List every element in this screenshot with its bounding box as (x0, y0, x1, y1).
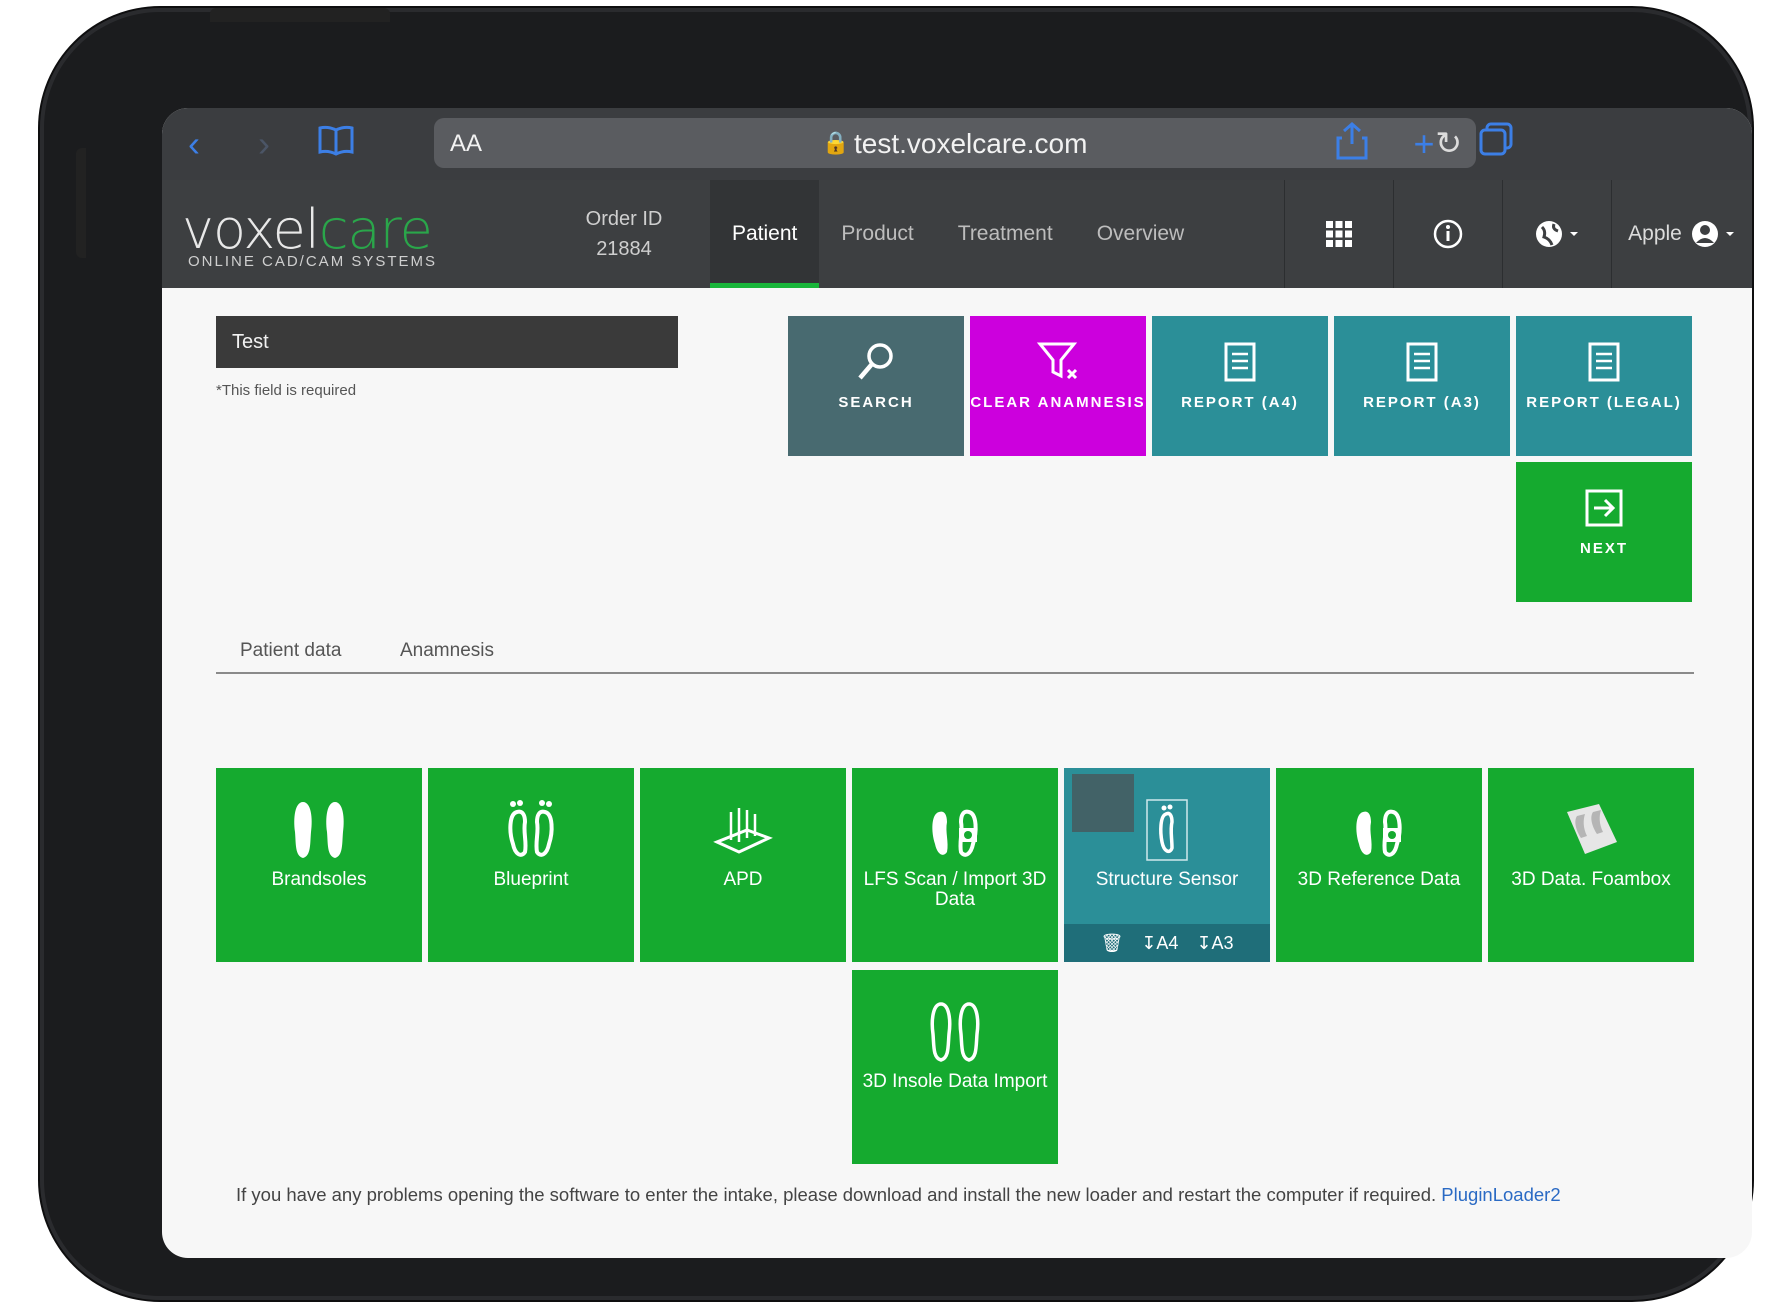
subtabs: Patient data Anamnesis (216, 632, 1694, 674)
subtab-patient-data[interactable]: Patient data (240, 640, 341, 662)
sensor-actions-bar: 🗑 ↧A4 ↧A3 (1064, 924, 1270, 962)
user-menu[interactable]: Apple (1611, 180, 1752, 288)
report-a4-label: REPORT (A4) (1181, 394, 1299, 411)
order-id-value: 21884 (596, 238, 652, 260)
next-button[interactable]: NEXT (1516, 462, 1692, 602)
address-bar[interactable]: AA 🔒 test.voxelcare.com ↻ (434, 118, 1476, 168)
tablet-button-top (210, 8, 390, 22)
tablet-frame: ‹ › AA 🔒 test.voxelcare.com ↻ + voxelcar… (40, 8, 1752, 1300)
patient-name-input[interactable]: Test (216, 316, 678, 368)
tile-structure-sensor-label: Structure Sensor (1095, 869, 1239, 890)
report-a4-button[interactable]: REPORT (A4) (1152, 316, 1328, 456)
back-icon[interactable]: ‹ (172, 122, 216, 166)
user-name: Apple (1628, 222, 1682, 245)
browser-toolbar: ‹ › AA 🔒 test.voxelcare.com ↻ + (162, 108, 1752, 180)
tabs-overview-icon[interactable] (1474, 122, 1518, 166)
tile-3d-foambox-label: 3D Data. Foambox (1511, 869, 1671, 890)
loader-footnote: If you have any problems opening the sof… (236, 1184, 1561, 1206)
report-document-icon (1406, 342, 1438, 382)
trash-icon[interactable]: 🗑 (1100, 933, 1123, 954)
tile-apd[interactable]: APD (640, 768, 846, 962)
download-a4-label: A4 (1156, 932, 1179, 953)
new-tab-icon[interactable]: + (1402, 122, 1446, 166)
tile-lfs-label-line2: Data (934, 889, 976, 910)
clear-anamnesis-button[interactable]: CLEAR ANAMNESIS (970, 316, 1146, 456)
tile-structure-sensor[interactable]: Structure Sensor 🗑 ↧A4 ↧A3 (1064, 768, 1270, 962)
logo-primary: voxel (182, 198, 320, 261)
tab-product[interactable]: Product (819, 180, 935, 288)
foot-outline-icon (1146, 799, 1188, 861)
search-label: SEARCH (838, 394, 914, 411)
tile-blueprint[interactable]: Blueprint (428, 768, 634, 962)
tab-overview[interactable]: Overview (1075, 180, 1207, 288)
required-note: *This field is required (216, 382, 357, 399)
search-icon (858, 343, 893, 380)
download-a3-button[interactable]: ↧A3 (1196, 933, 1233, 954)
tile-3d-insole-import-label: 3D Insole Data Import (862, 1071, 1048, 1092)
pressure-plate-icon (713, 808, 773, 854)
logo-accent: care (318, 198, 433, 261)
search-button[interactable]: SEARCH (788, 316, 964, 456)
tablet-button-left (76, 148, 86, 258)
download-a4-button[interactable]: ↧A4 (1141, 933, 1178, 954)
scan-feet-icon (1356, 809, 1402, 857)
clear-filter-icon (1036, 342, 1078, 380)
tile-apd-label: APD (723, 869, 763, 890)
tab-treatment[interactable]: Treatment (936, 180, 1075, 288)
tile-lfs-scan[interactable]: LFS Scan / Import 3D Data (852, 768, 1058, 962)
tile-3d-insole-import[interactable]: 3D Insole Data Import (852, 970, 1058, 1164)
app-header: voxelcare ONLINE CAD/CAM SYSTEMS Order I… (162, 180, 1752, 288)
tile-3d-foambox[interactable]: 3D Data. Foambox (1488, 768, 1694, 962)
header-actions: Apple (1284, 180, 1752, 288)
footnote-text: If you have any problems opening the sof… (236, 1184, 1437, 1205)
report-document-icon (1588, 342, 1620, 382)
tile-3d-reference[interactable]: 3D Reference Data (1276, 768, 1482, 962)
next-label: NEXT (1579, 540, 1628, 557)
report-legal-button[interactable]: REPORT (LEGAL) (1516, 316, 1692, 456)
url-text: test.voxelcare.com (854, 128, 1088, 159)
plugin-loader-link[interactable]: PluginLoader2 (1441, 1184, 1560, 1205)
report-a3-button[interactable]: REPORT (A3) (1334, 316, 1510, 456)
sensor-thumbnail (1072, 774, 1134, 832)
clear-anamnesis-label: CLEAR ANAMNESIS (970, 394, 1146, 411)
subtab-anamnesis[interactable]: Anamnesis (400, 640, 494, 662)
tile-blueprint-label: Blueprint (493, 869, 569, 890)
user-avatar-icon (1691, 221, 1734, 247)
next-arrow-icon (1585, 489, 1623, 527)
screen: ‹ › AA 🔒 test.voxelcare.com ↻ + voxelcar… (162, 108, 1752, 1258)
insoles-icon (294, 802, 344, 858)
logo-tagline: ONLINE CAD/CAM SYSTEMS (188, 253, 438, 270)
download-a3-label: A3 (1211, 932, 1234, 953)
foambox-icon (1567, 804, 1617, 854)
share-icon[interactable] (1330, 122, 1374, 166)
reader-text-size-button[interactable]: AA (450, 130, 482, 158)
tile-lfs-label-line1: LFS Scan / Import 3D (863, 869, 1047, 890)
voxelcare-logo[interactable]: voxelcare ONLINE CAD/CAM SYSTEMS (182, 198, 437, 270)
tile-brandsoles[interactable]: Brandsoles (216, 768, 422, 962)
report-a3-label: REPORT (A3) (1363, 394, 1481, 411)
tab-patient[interactable]: Patient (710, 180, 820, 288)
order-id: Order ID 21884 (534, 204, 714, 264)
apps-grid-icon[interactable] (1284, 180, 1393, 288)
language-globe-icon[interactable] (1502, 180, 1611, 288)
insole-outline-icon (930, 1002, 980, 1062)
bookmarks-icon[interactable] (314, 122, 358, 166)
report-document-icon (1224, 342, 1256, 382)
main-tabs: Patient Product Treatment Overview (710, 180, 1206, 288)
order-id-label: Order ID (585, 208, 663, 230)
lock-icon: 🔒 (822, 130, 850, 155)
info-icon[interactable] (1393, 180, 1502, 288)
tile-brandsoles-label: Brandsoles (271, 869, 367, 890)
tile-3d-reference-label: 3D Reference Data (1297, 869, 1461, 890)
forward-icon[interactable]: › (242, 122, 286, 166)
report-legal-label: REPORT (LEGAL) (1526, 394, 1682, 411)
footprint-icon (508, 800, 554, 857)
scan-feet-icon (932, 809, 978, 857)
